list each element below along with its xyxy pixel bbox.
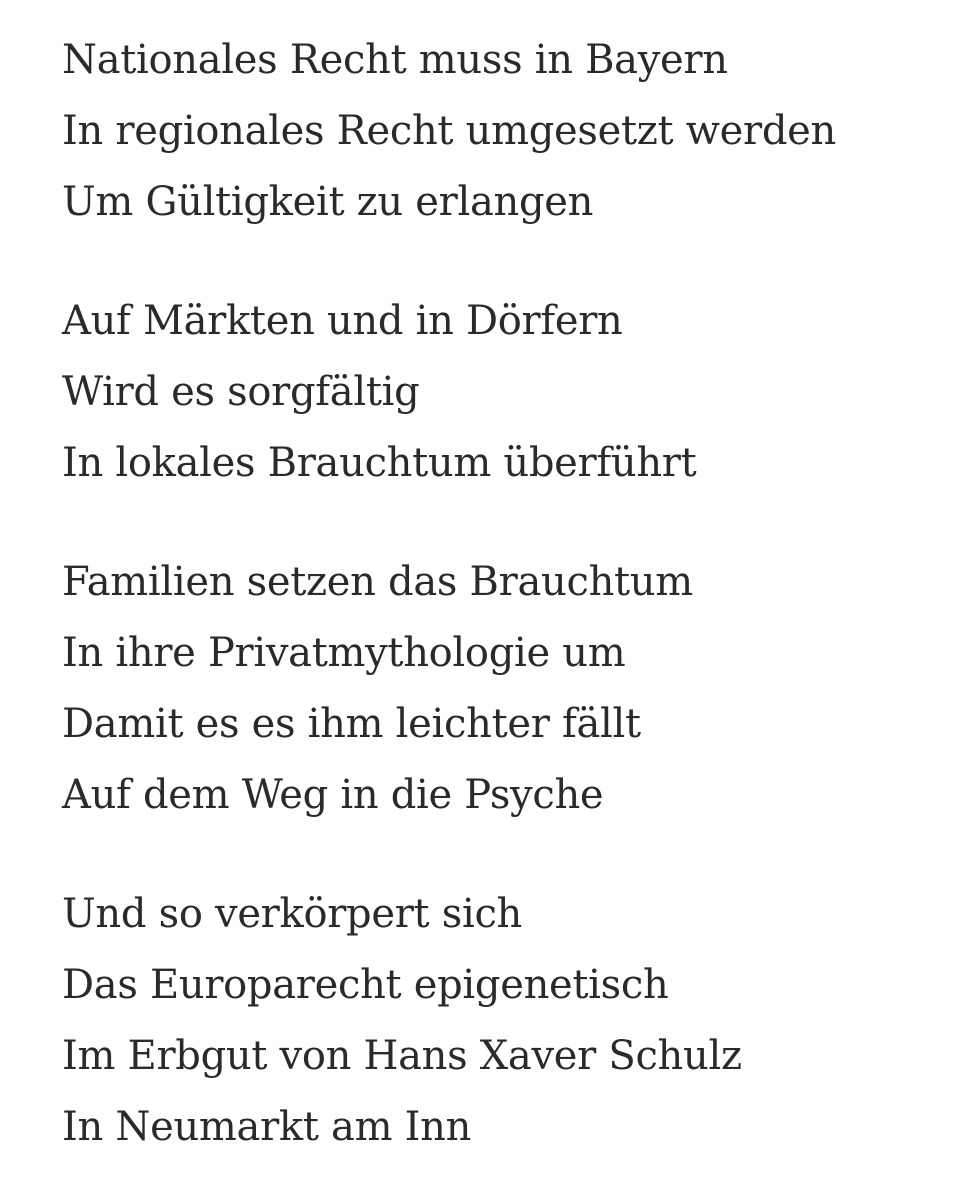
poem-line: In ihre Privatmythologie um — [62, 630, 626, 676]
poem-line: Das Europarecht epigenetisch — [62, 962, 669, 1008]
poem-line: In Neumarkt am Inn — [62, 1104, 472, 1150]
poem-line: Um Gültigkeit zu erlangen — [62, 179, 594, 225]
poem-line: Damit es es ihm leichter fällt — [62, 701, 641, 747]
poem-line: In lokales Brauchtum überführt — [62, 440, 697, 486]
poem-line: Und so verkörpert sich — [62, 891, 523, 937]
stanza-3: Familien setzen das Brauchtum In ihre Pr… — [62, 554, 836, 838]
poem-line: Auf Märkten und in Dörfern — [62, 298, 623, 344]
poem-line: Nationales Recht muss in Bayern — [62, 37, 728, 83]
stanza-4: Und so verkörpert sich Das Europarecht e… — [62, 886, 836, 1170]
stanza-1: Nationales Recht muss in Bayern In regio… — [62, 32, 836, 245]
poem-text: Nationales Recht muss in Bayern In regio… — [62, 32, 836, 1170]
poem-line: Auf dem Weg in die Psyche — [62, 772, 604, 818]
poem-line: Familien setzen das Brauchtum — [62, 559, 693, 605]
poem-line: Wird es sorgfältig — [62, 369, 420, 415]
stanza-2: Auf Märkten und in Dörfern Wird es sorgf… — [62, 293, 836, 506]
poem-line: Im Erbgut von Hans Xaver Schulz — [62, 1033, 742, 1079]
poem-line: In regionales Recht umgesetzt werden — [62, 108, 836, 154]
